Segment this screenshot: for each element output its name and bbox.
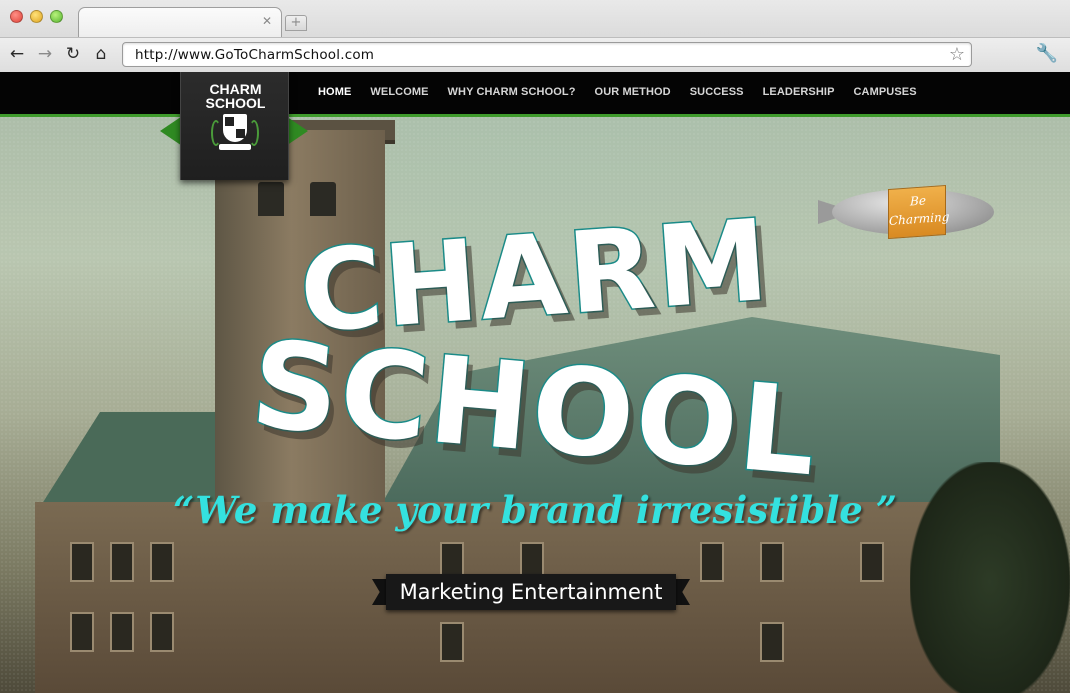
forward-arrow-icon[interactable]: →: [34, 44, 56, 64]
subtitle-banner: Marketing Entertainment: [372, 574, 690, 610]
tower-window: [258, 182, 284, 216]
subtitle-text: Marketing Entertainment: [386, 574, 676, 610]
nav-item-campuses[interactable]: CAMPUSES: [854, 86, 917, 98]
window-controls: [10, 10, 63, 23]
browser-tab[interactable]: ✕: [78, 7, 282, 37]
bookmark-star-icon[interactable]: ☆: [949, 44, 965, 65]
nav-menu: HOME WELCOME WHY CHARM SCHOOL? OUR METHO…: [318, 86, 936, 98]
crest-icon: [211, 110, 259, 150]
building-window: [760, 542, 784, 582]
address-bar[interactable]: http://www.GoToCharmSchool.com ☆: [122, 42, 972, 67]
crest-banner: [219, 144, 251, 150]
building-window: [760, 622, 784, 662]
building-window: [150, 612, 174, 652]
building-window: [70, 612, 94, 652]
home-icon[interactable]: ⌂: [90, 44, 112, 64]
logo-text-charm: CHARM: [209, 81, 262, 97]
nav-item-welcome[interactable]: WELCOME: [370, 86, 428, 98]
website-viewport: HOME WELCOME WHY CHARM SCHOOL? OUR METHO…: [0, 72, 1070, 693]
nav-item-success[interactable]: SUCCESS: [690, 86, 744, 98]
building-window: [110, 542, 134, 582]
tagline: “We make your brand irresistible ”: [173, 488, 897, 532]
building-window: [110, 612, 134, 652]
laurel-left-icon: [211, 120, 221, 146]
browser-toolbar: ← → ↻ ⌂ http://www.GoToCharmSchool.com ☆…: [0, 37, 1070, 72]
shield-quarter: [225, 117, 234, 126]
new-tab-button[interactable]: +: [285, 15, 307, 31]
logo-text-school: SCHOOL: [205, 95, 266, 111]
laurel-right-icon: [249, 120, 259, 146]
close-window-button[interactable]: [10, 10, 23, 23]
wrench-menu-icon[interactable]: 🔧: [1036, 43, 1058, 64]
building-window: [440, 622, 464, 662]
site-logo[interactable]: CHARM SCHOOL: [180, 72, 289, 180]
nav-item-our-method[interactable]: OUR METHOD: [595, 86, 671, 98]
nav-item-leadership[interactable]: LEADERSHIP: [763, 86, 835, 98]
building-window: [700, 542, 724, 582]
shield-quarter: [236, 129, 245, 138]
minimize-window-button[interactable]: [30, 10, 43, 23]
close-tab-icon[interactable]: ✕: [262, 15, 272, 27]
reload-icon[interactable]: ↻: [62, 44, 84, 64]
building-window: [860, 542, 884, 582]
nav-item-why-charm-school[interactable]: WHY CHARM SCHOOL?: [448, 86, 576, 98]
nav-item-home[interactable]: HOME: [318, 86, 351, 98]
site-navbar: HOME WELCOME WHY CHARM SCHOOL? OUR METHO…: [0, 72, 1070, 117]
back-arrow-icon[interactable]: ←: [6, 44, 28, 64]
building-window: [150, 542, 174, 582]
url-text[interactable]: http://www.GoToCharmSchool.com: [135, 47, 374, 63]
browser-chrome: ✕ + ← → ↻ ⌂ http://www.GoToCharmSchool.c…: [0, 0, 1070, 72]
shield-icon: [223, 114, 247, 142]
zoom-window-button[interactable]: [50, 10, 63, 23]
tower-window: [310, 182, 336, 216]
building-window: [70, 542, 94, 582]
